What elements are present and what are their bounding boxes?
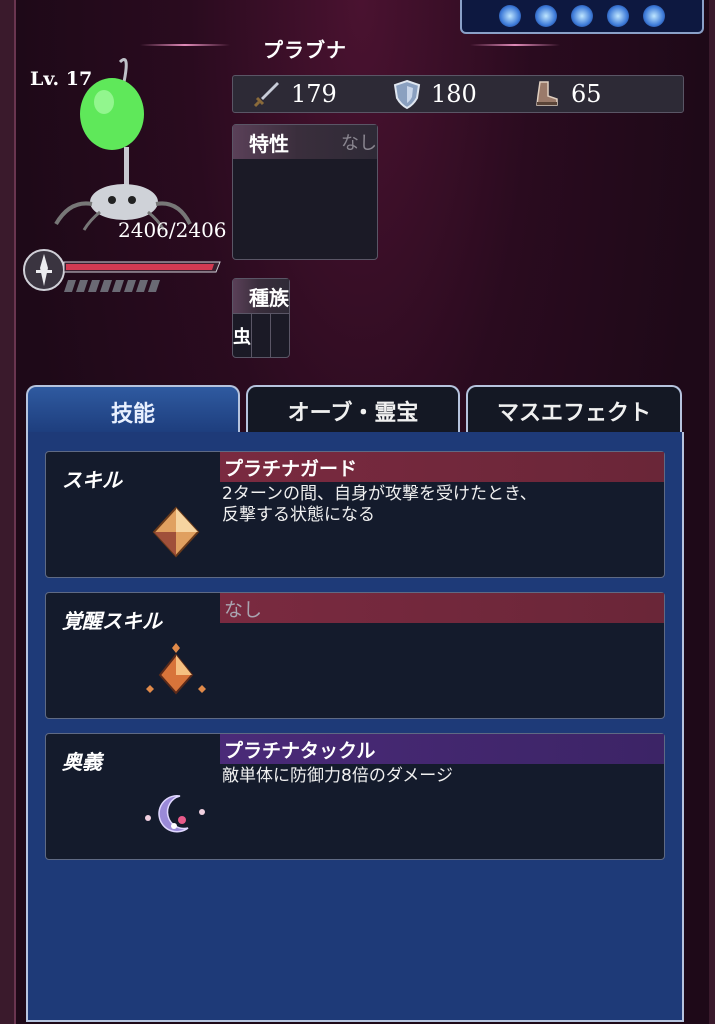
defense-stat: 180: [391, 78, 513, 110]
tribe-cell: [271, 314, 289, 358]
indicator-dot: [607, 5, 629, 27]
unit-portrait[interactable]: [40, 52, 200, 232]
indicator-dot: [535, 5, 557, 27]
tribe-cells: 虫: [233, 313, 289, 358]
speed-stat: 65: [531, 78, 653, 110]
top-indicator-bar: [460, 0, 704, 34]
sword-icon: [253, 82, 279, 108]
trait-box: 特性 なし: [232, 124, 378, 260]
skill-type-label: スキル: [62, 468, 122, 492]
indicator-dot: [571, 5, 593, 27]
skill-description: 敵単体に防御力8倍のダメージ: [222, 766, 644, 787]
stats-bar: 179 180 65: [232, 75, 684, 113]
skill-type-label: 奥義: [62, 750, 102, 774]
hp-readout: 2406/2406: [118, 218, 227, 242]
tribe-cell: 虫: [233, 314, 252, 358]
awakened-crystal-icon: [146, 643, 206, 695]
attack-value: 179: [291, 80, 337, 108]
skill-name: なし: [220, 593, 664, 623]
awakened-skill-card[interactable]: 覚醒スキル なし: [45, 592, 665, 719]
tribe-box: 種族 虫: [232, 278, 290, 358]
skill-description-line: 敵単体に防御力8倍のダメージ: [222, 766, 453, 786]
moon-orb-icon: [145, 795, 205, 833]
defense-value: 180: [431, 80, 477, 108]
skill-name: プラチナタックル: [220, 734, 664, 764]
shield-icon: [393, 79, 421, 110]
tribe-label: 種族: [249, 285, 289, 310]
tab-skills[interactable]: 技能: [26, 385, 240, 437]
skill-description-line: 反撃する状態になる: [222, 505, 375, 525]
crystal-icon: [152, 506, 200, 558]
unit-name: プラブナ: [263, 37, 347, 62]
skill-description: 2ターンの間、自身が攻撃を受けたとき、 反撃する状態になる: [222, 484, 644, 526]
boot-icon: [536, 81, 558, 106]
title-ornament-right: [470, 44, 560, 46]
skill-card[interactable]: スキル プラチナガード 2ターンの間、自身が攻撃を受けたとき、 反撃する状態にな…: [45, 451, 665, 578]
tab-orb-relic[interactable]: オーブ・霊宝: [246, 385, 460, 435]
trait-label: 特性: [249, 131, 289, 156]
speed-value: 65: [571, 80, 602, 108]
hp-gauge: [23, 249, 221, 292]
skill-description-line: 2ターンの間、自身が攻撃を受けたとき、: [222, 484, 537, 504]
trait-value: なし: [341, 133, 377, 154]
ultimate-skill-card[interactable]: 奥義 プラチナタックル 敵単体に防御力8倍のダメージ: [45, 733, 665, 860]
tribe-cell: [252, 314, 271, 358]
tab-mass-effect[interactable]: マスエフェクト: [466, 385, 682, 435]
frame-line: [14, 0, 16, 1024]
trait-header: 特性 なし: [233, 125, 377, 159]
tribe-header: 種族: [233, 279, 289, 313]
skill-name: プラチナガード: [220, 452, 664, 482]
tab-bar: 技能 オーブ・霊宝 マスエフェクト: [26, 385, 682, 437]
attack-stat: 179: [251, 78, 373, 110]
indicator-dot: [499, 5, 521, 27]
skill-type-label: 覚醒スキル: [62, 609, 162, 633]
indicator-dot: [643, 5, 665, 27]
